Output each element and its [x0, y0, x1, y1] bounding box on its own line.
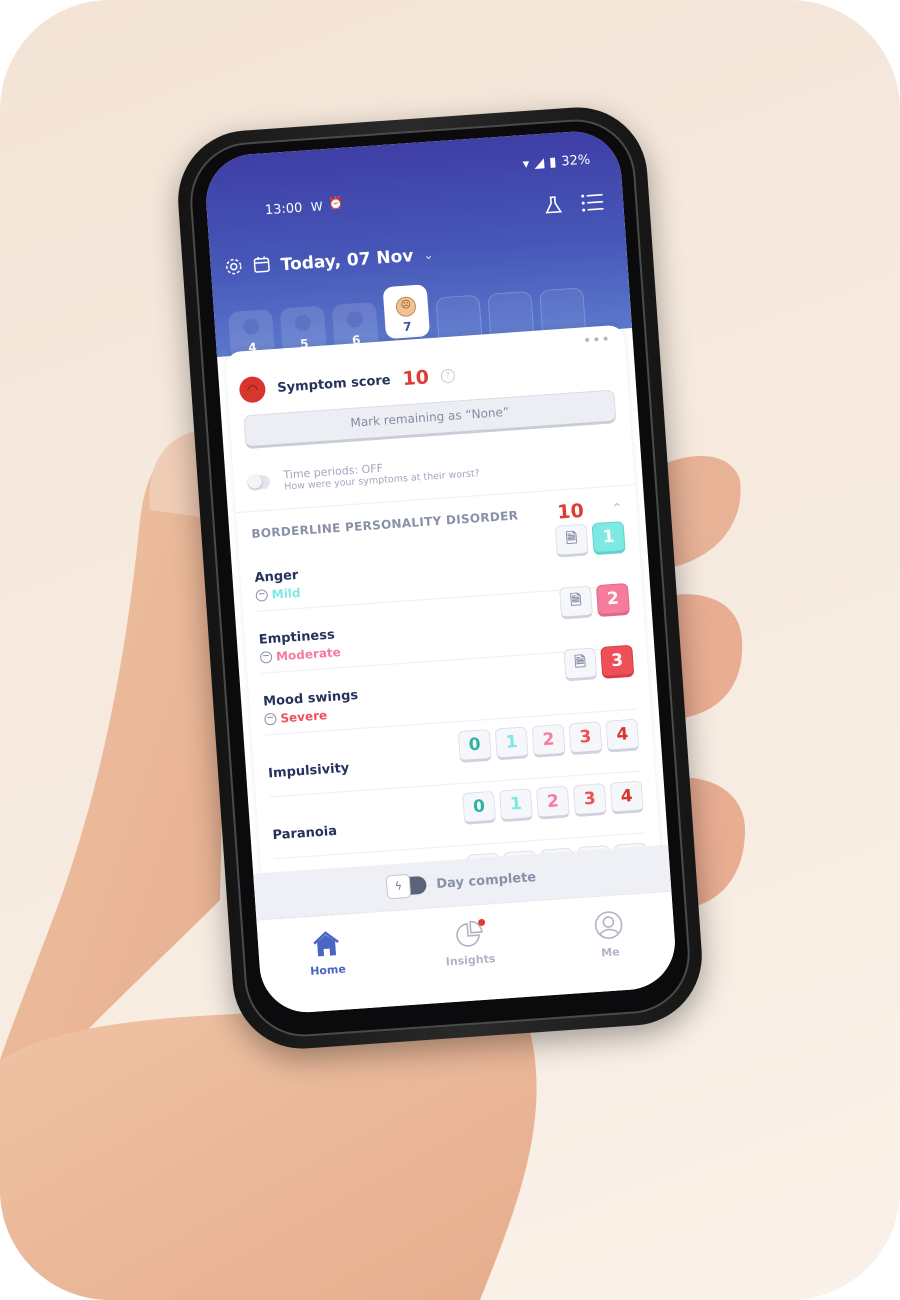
day-tile-selected[interactable]: ☹ 7 [382, 284, 431, 340]
sad-face-icon: ☹ [395, 296, 417, 318]
symptom-name: Impulsivity [267, 760, 350, 782]
add-note-icon[interactable]: 🗎 [563, 647, 598, 682]
profile-icon [592, 909, 624, 944]
signal-icon: ◢ [533, 155, 545, 172]
rating-buttons: 01234 [462, 780, 644, 825]
nav-insights[interactable]: Insights [443, 918, 496, 969]
symptom-name: Anger [254, 567, 299, 586]
alarm-icon: ⏰ [328, 195, 345, 211]
rating-option-0[interactable]: 0 [462, 790, 497, 825]
settings-icon[interactable] [224, 257, 243, 280]
rating-option-2[interactable]: 2 [535, 785, 571, 820]
nav-home[interactable]: Home [307, 929, 346, 978]
add-note-icon[interactable]: 🗎 [558, 585, 594, 620]
selected-rating[interactable]: 3 [600, 644, 635, 679]
mood-placeholder-icon [346, 310, 364, 328]
help-icon[interactable]: ? [440, 368, 456, 384]
w-icon: W [310, 199, 324, 215]
date-selector[interactable]: Today, 07 Nov [280, 246, 414, 275]
severity-label: − Moderate [259, 645, 341, 665]
category-score: 10 [556, 499, 585, 524]
day-complete-toggle[interactable]: ϟ [385, 873, 428, 900]
status-time: 13:00 [264, 200, 303, 219]
symptom-score-value: 10 [401, 366, 430, 391]
add-note-icon[interactable]: 🗎 [554, 523, 589, 558]
wifi-icon: ▾ [522, 156, 530, 173]
date-row: Today, 07 Nov ⌄ [224, 244, 434, 281]
symptom-name: Mood swings [262, 688, 359, 710]
selected-rating[interactable]: 1 [591, 521, 626, 556]
lightning-icon: ϟ [385, 873, 412, 900]
rating-option-4[interactable]: 4 [609, 780, 644, 815]
home-icon [310, 929, 342, 962]
rating-option-0[interactable]: 0 [457, 728, 492, 764]
rating-option-1[interactable]: 1 [498, 788, 534, 823]
phone: 13:00 W ⏰ ▾ ◢ ▮ 32% Today, 07 Nov ⌄ 4 5 … [173, 102, 707, 1054]
status-right: ▾ ◢ ▮ 32% [522, 153, 590, 173]
symptom-name: Paranoia [272, 823, 338, 844]
minus-circle-icon[interactable]: − [255, 589, 269, 602]
rating-option-1[interactable]: 1 [494, 726, 529, 761]
severity-label: − Severe [264, 708, 328, 726]
app-header: 13:00 W ⏰ ▾ ◢ ▮ 32% Today, 07 Nov ⌄ 4 5 … [203, 128, 633, 361]
list-icon[interactable] [581, 192, 605, 217]
app-screen: 13:00 W ⏰ ▾ ◢ ▮ 32% Today, 07 Nov ⌄ 4 5 … [203, 128, 679, 1016]
chevron-up-icon[interactable]: ⌃ [611, 501, 623, 517]
rating-option-4[interactable]: 4 [605, 718, 640, 753]
rating-option-3[interactable]: 3 [568, 721, 603, 756]
photo-background: 13:00 W ⏰ ▾ ◢ ▮ 32% Today, 07 Nov ⌄ 4 5 … [0, 0, 900, 1300]
more-options-icon[interactable]: ••• [583, 332, 612, 350]
rating-buttons: 🗎 3 [563, 644, 635, 682]
mood-placeholder-icon [242, 318, 260, 336]
day-complete-label: Day complete [435, 869, 537, 892]
rating-buttons: 01234 [457, 718, 640, 764]
time-periods-row: Time periods: OFF How were your symptoms… [247, 455, 480, 495]
flask-icon[interactable] [543, 195, 565, 220]
symptom-name: Emptiness [258, 627, 336, 648]
ghost-icon: ◠ [238, 375, 267, 404]
header-actions [543, 192, 605, 220]
rating-option-3[interactable]: 3 [572, 783, 607, 818]
symptom-card: ••• ◠ Symptom score 10 ? Mark remaining … [224, 324, 664, 923]
mood-placeholder-icon [294, 314, 312, 332]
symptom-score-label: Symptom score [276, 372, 392, 396]
battery-icon: ▮ [548, 154, 557, 171]
battery-percent: 32% [560, 152, 591, 170]
rating-buttons: 🗎 2 [558, 582, 631, 620]
selected-rating[interactable]: 2 [595, 582, 631, 618]
time-periods-toggle[interactable] [247, 474, 271, 491]
minus-circle-icon[interactable]: − [264, 712, 277, 726]
minus-circle-icon[interactable]: − [259, 650, 273, 664]
rating-buttons: 🗎 1 [554, 521, 626, 558]
notification-badge [477, 918, 486, 927]
nav-me[interactable]: Me [592, 909, 625, 960]
rating-option-2[interactable]: 2 [531, 723, 566, 758]
severity-label: − Mild [255, 586, 301, 603]
pie-chart-icon [453, 918, 486, 952]
calendar-icon[interactable] [252, 255, 271, 278]
chevron-down-icon[interactable]: ⌄ [423, 248, 434, 263]
symptom-score-row: ◠ Symptom score 10 ? [238, 363, 456, 404]
